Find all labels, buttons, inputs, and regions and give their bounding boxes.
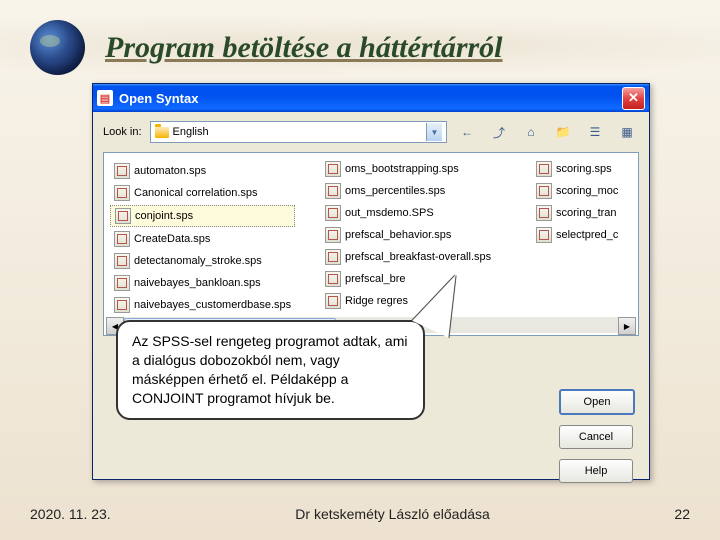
footer-date: 2020. 11. 23. [30, 506, 111, 522]
footer-page: 22 [674, 506, 690, 522]
file-item[interactable]: conjoint.sps [110, 205, 295, 227]
app-icon: ▤ [97, 90, 113, 106]
footer-center: Dr ketskeméty László előadása [111, 506, 675, 522]
globe-icon [30, 20, 85, 75]
list-view-button[interactable]: ☰ [583, 120, 607, 144]
file-list[interactable]: automaton.spsCanonical correlation.spsco… [103, 152, 639, 336]
file-icon [536, 227, 552, 243]
file-icon [114, 185, 130, 201]
file-icon [325, 161, 341, 177]
file-item[interactable]: naivebayes_bankloan.sps [110, 273, 293, 293]
file-item[interactable]: out_msdemo.SPS [321, 203, 524, 223]
file-icon [114, 275, 130, 291]
file-item[interactable]: naivebayes_customerdbase.sps [110, 295, 313, 315]
file-item[interactable]: selectpred_c [532, 225, 639, 245]
file-item[interactable]: prefscal_bre [321, 269, 439, 289]
lookin-label: Look in: [103, 126, 142, 138]
open-dialog: ▤ Open Syntax ✕ Look in: English ▼ ← ⤴ ⌂… [92, 83, 650, 480]
file-icon [536, 183, 552, 199]
file-item[interactable]: prefscal_breakfast-overall.sps [321, 247, 524, 267]
file-icon [325, 205, 341, 221]
file-icon [115, 208, 131, 224]
folder-icon [155, 127, 169, 138]
file-item[interactable]: Canonical correlation.sps [110, 183, 293, 203]
back-button[interactable]: ← [455, 120, 479, 144]
file-icon [325, 293, 341, 309]
file-icon [536, 161, 552, 177]
up-button[interactable]: ⤴ [487, 120, 511, 144]
cancel-button[interactable]: Cancel [559, 425, 633, 449]
file-icon [536, 205, 552, 221]
file-icon [325, 249, 341, 265]
scroll-right-button[interactable]: ▶ [618, 317, 636, 335]
chevron-down-icon[interactable]: ▼ [426, 123, 442, 141]
file-item[interactable]: scoring_moc [532, 181, 639, 201]
file-item[interactable]: scoring_tran [532, 203, 639, 223]
open-button[interactable]: Open [559, 389, 635, 415]
file-item[interactable]: oms_percentiles.sps [321, 181, 524, 201]
file-item[interactable]: CreateData.sps [110, 229, 293, 249]
slide-title: Program betöltése a háttértárról [105, 31, 503, 65]
file-icon [325, 227, 341, 243]
file-item[interactable]: scoring.sps [532, 159, 639, 179]
home-button[interactable]: ⌂ [519, 120, 543, 144]
callout-bubble: Az SPSS-sel rengeteg programot adtak, am… [116, 320, 425, 420]
help-button[interactable]: Help [559, 459, 633, 483]
lookin-value: English [173, 126, 209, 138]
file-item[interactable]: prefscal_behavior.sps [321, 225, 524, 245]
details-view-button[interactable]: ▦ [615, 120, 639, 144]
titlebar: ▤ Open Syntax ✕ [93, 84, 649, 112]
file-icon [325, 271, 341, 287]
close-button[interactable]: ✕ [622, 87, 645, 110]
dialog-title: Open Syntax [119, 91, 198, 106]
file-item[interactable]: oms_bootstrapping.sps [321, 159, 524, 179]
file-icon [114, 163, 130, 179]
file-item[interactable]: automaton.sps [110, 161, 293, 181]
file-icon [325, 183, 341, 199]
new-folder-button[interactable]: 📁 [551, 120, 575, 144]
file-icon [114, 231, 130, 247]
lookin-combo[interactable]: English ▼ [150, 121, 447, 143]
file-icon [114, 253, 130, 269]
file-icon [114, 297, 130, 313]
file-item[interactable]: detectanomaly_stroke.sps [110, 251, 293, 271]
